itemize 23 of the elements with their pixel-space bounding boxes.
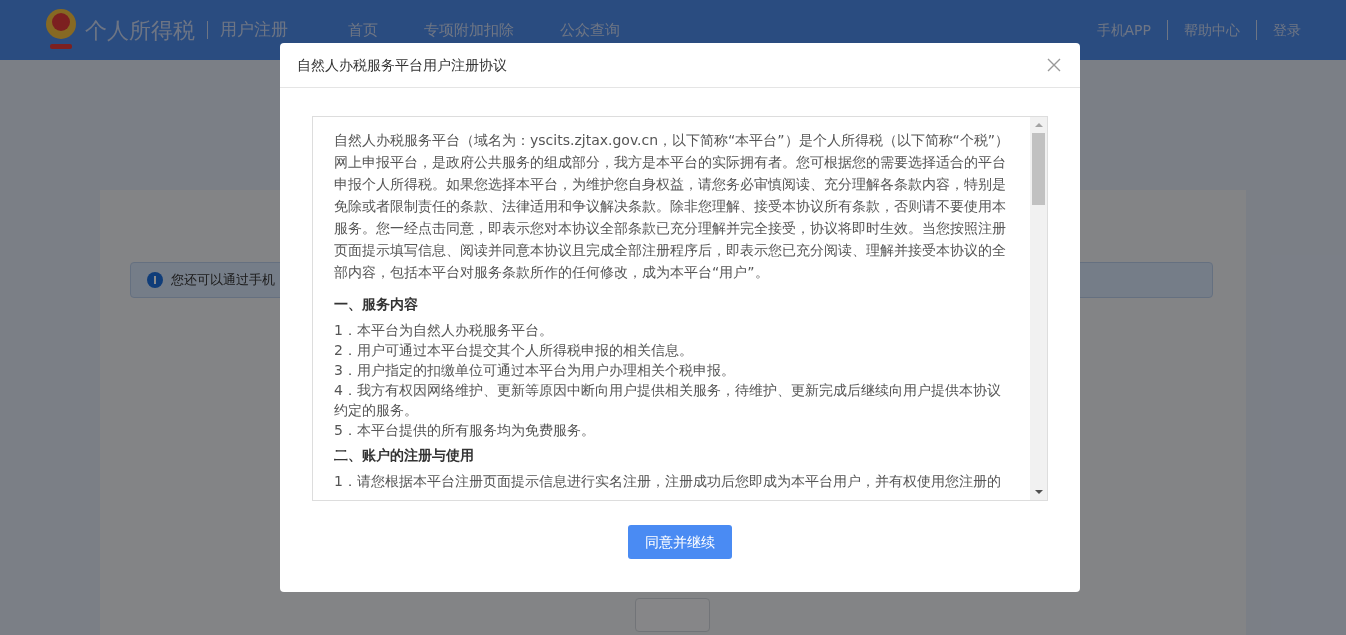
dialog-title: 自然人办税服务平台用户注册协议 [297,55,507,75]
agreement-clause: 3．用户指定的扣缴单位可通过本平台为用户办理相关个税申报。 [334,361,736,380]
nav-link[interactable]: 公众查询 [560,18,620,42]
header-link[interactable]: 登录 [1273,19,1301,41]
header-link[interactable]: 手机APP [1096,19,1151,41]
agreement-clause: 5．本平台提供的所有服务均为免费服务。 [334,421,596,440]
nav-link[interactable]: 首页 [348,18,378,42]
agreement-clause: 4．我方有权因网络维护、更新等原因中断向用户提供相关服务，待维护、更新完成后继续向用户提供本协议约定的服务。 [334,381,1002,420]
agree-continue-button[interactable]: 同意并继续 [628,525,732,559]
header-link[interactable]: 帮助中心 [1184,19,1240,41]
page-subtitle: 用户注册 [220,18,288,42]
close-icon[interactable] [1047,58,1061,72]
agreement-clause: 1．请您根据本平台注册页面提示信息进行实名注册，注册成功后您即成为本平台用户，并有权使用您注册的 [334,472,1002,491]
scrollbar-drawing[interactable] [1030,117,1047,500]
section-heading: 一、服务内容 [334,295,419,314]
site-title: 个人所得税 [85,16,195,45]
info-icon [147,272,163,288]
nav-link[interactable]: 专项附加扣除 [424,18,514,42]
agreement-clause: 2．用户可通过本平台提交其个人所得税申报的相关信息。 [334,341,694,360]
notice-text: 您还可以通过手机 [171,271,275,290]
agreement-paragraph: 自然人办税服务平台（域名为：yscits.zjtax.gov.cn，以下简称“本平台”）是个人所得税（以下简称“个税”）网上申报平台，是政府公共服务的组成部分，我方是本平台的实际拥有者。您可根据您的需要选择适合的平台申报个人所得税。如果您选择本平台，为维护您自身权益，请您务必审慎阅读、充分理解各条款内容，特别是免除或者限制责任的条款、法律适用和争议解决条款。除非您理解、接受本协议所有条款，否则请不要使用本服务。您一经点击同意，即表示您对本协议全部条款已充分理解并完全接受，协议将即时生效。当您按照注册页面提示填写信息、阅读并同意本协议且完成全部注册程序后，即表示您已充分阅读、理解并接受本协议的全部内容，包括本平台对服务条款所作的任何修改，成为本平台“用户”。 [334,131,1010,282]
agreement-clause: 1．本平台为自然人办税服务平台。 [334,321,554,340]
section-heading: 二、账户的注册与使用 [334,446,475,465]
